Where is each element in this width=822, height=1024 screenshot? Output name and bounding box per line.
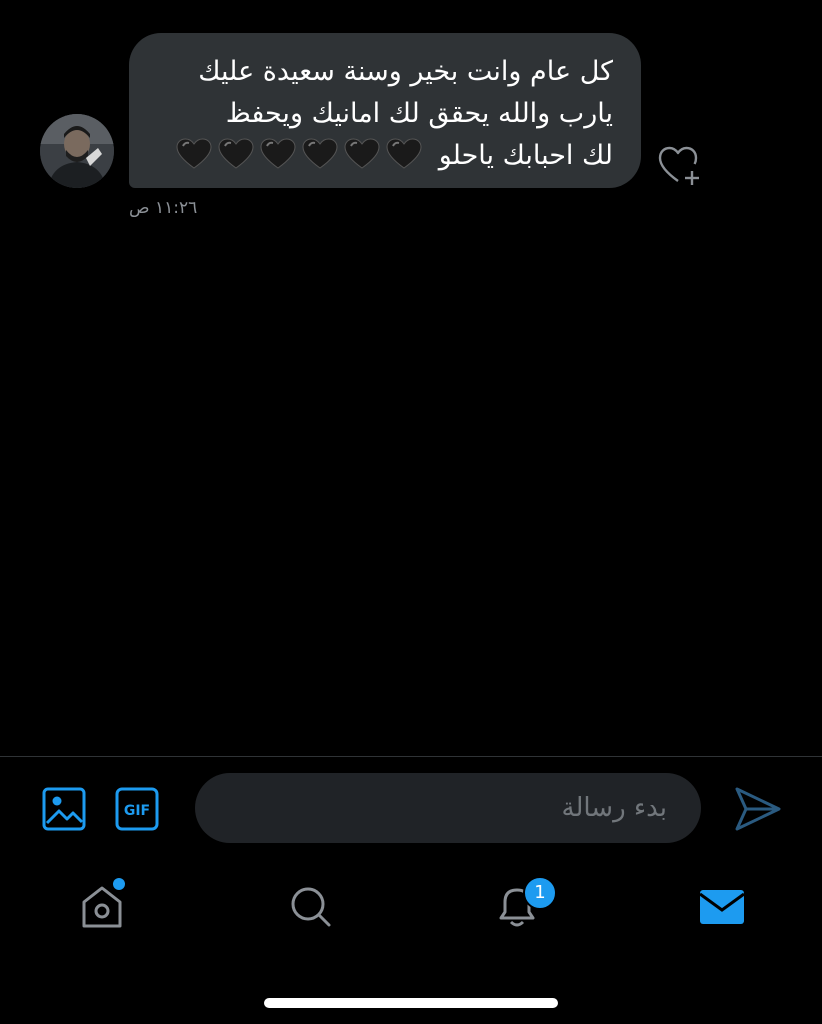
message-line-3: لك احبابك ياحلو xyxy=(157,135,613,177)
black-heart-icon xyxy=(302,138,338,169)
message-input-container[interactable] xyxy=(195,773,701,843)
envelope-icon xyxy=(699,890,745,924)
sender-avatar[interactable] xyxy=(40,114,114,188)
composer-divider xyxy=(0,756,822,757)
add-gif-button[interactable]: GIF xyxy=(115,787,159,831)
send-icon xyxy=(735,787,781,831)
dm-conversation-screen: كل عام وانت بخير وسنة سعيدة عليك يارب وا… xyxy=(0,0,822,1024)
avatar-image xyxy=(40,114,114,188)
send-button[interactable] xyxy=(733,785,783,833)
add-reaction-button[interactable] xyxy=(656,143,704,187)
message-input[interactable] xyxy=(195,773,701,843)
gif-label: GIF xyxy=(124,803,150,819)
message-line-3-text: لك احبابك ياحلو xyxy=(438,140,613,171)
add-image-button[interactable] xyxy=(42,787,86,831)
search-icon xyxy=(291,887,331,927)
black-heart-emojis xyxy=(176,138,422,170)
notifications-badge: 1 xyxy=(523,876,557,910)
black-heart-icon xyxy=(218,138,254,169)
message-timestamp: ١١:٢٦ ص xyxy=(129,198,198,218)
message-line-1: كل عام وانت بخير وسنة سعيدة عليك xyxy=(198,56,613,87)
tab-messages[interactable] xyxy=(696,880,748,932)
image-icon xyxy=(42,787,86,831)
black-heart-icon xyxy=(386,138,422,169)
black-heart-icon xyxy=(176,138,212,169)
message-line-2: يارب والله يحقق لك امانيك ويحفظ xyxy=(225,98,613,129)
black-heart-icon xyxy=(344,138,380,169)
home-new-content-dot xyxy=(113,878,125,890)
tab-search[interactable] xyxy=(285,880,337,932)
gif-icon: GIF xyxy=(115,787,159,831)
black-heart-icon xyxy=(260,138,296,169)
heart-plus-icon xyxy=(658,146,699,185)
message-bubble[interactable]: كل عام وانت بخير وسنة سعيدة عليك يارب وا… xyxy=(129,33,641,188)
home-indicator[interactable] xyxy=(264,998,558,1008)
